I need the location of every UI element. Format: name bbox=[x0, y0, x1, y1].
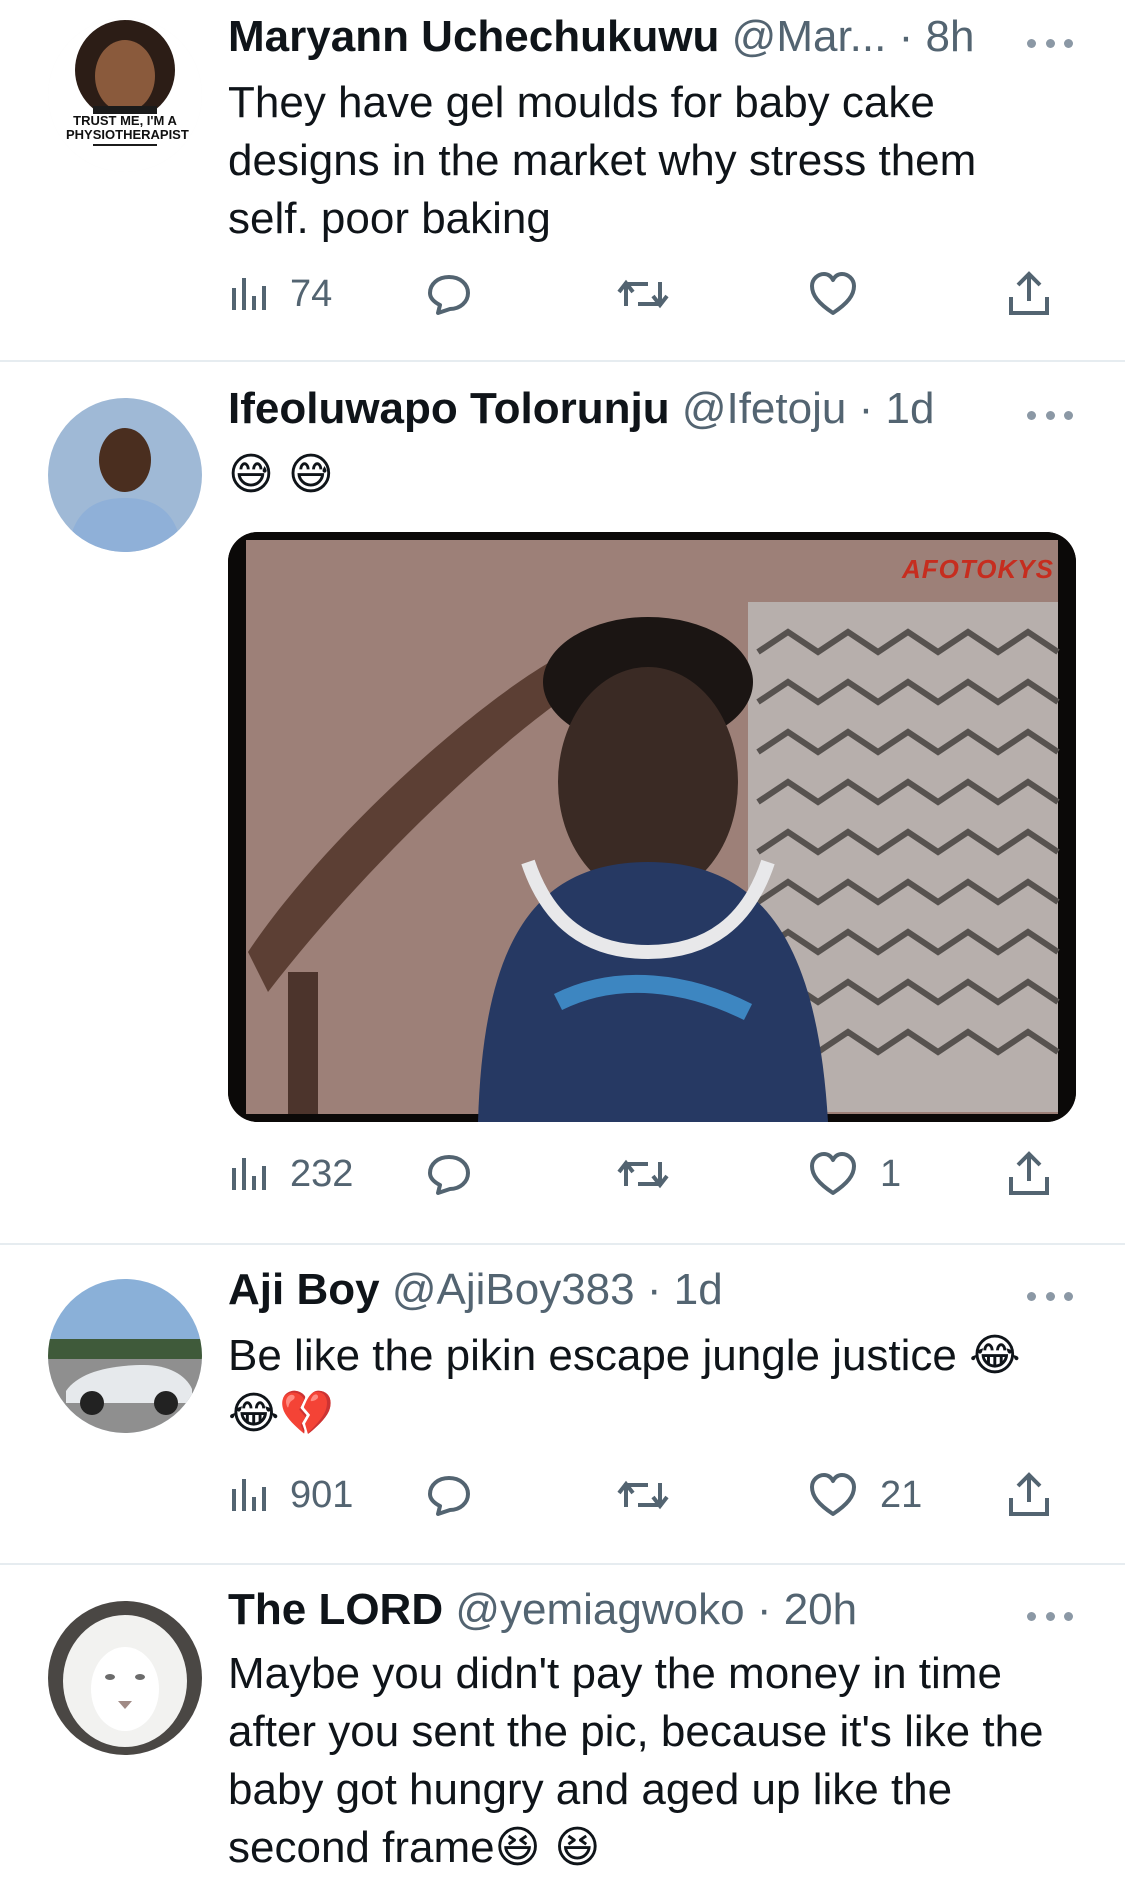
avatar-image bbox=[48, 1601, 202, 1755]
views-button[interactable]: 232 bbox=[228, 1144, 353, 1204]
author-name[interactable]: Maryann Uchechukuwu bbox=[228, 12, 719, 61]
reply-button[interactable] bbox=[424, 1144, 474, 1204]
like-icon bbox=[810, 1152, 856, 1195]
tweet-header: Aji Boy @AjiBoy383 · 1d bbox=[228, 1265, 1085, 1315]
tweet-text: Maybe you didn't pay the money in time a… bbox=[228, 1649, 1044, 1872]
tweet-feed: TRUST ME, I'M A PHYSIOTHERAPIST Maryann … bbox=[0, 0, 1125, 1891]
tweet-actions: 232 1 bbox=[228, 1144, 1088, 1204]
author-name[interactable]: Ifeoluwapo Tolorunju bbox=[228, 384, 670, 433]
like-button[interactable]: 21 bbox=[808, 1465, 922, 1525]
views-button[interactable]: 901 bbox=[228, 1465, 353, 1525]
media-image bbox=[228, 532, 1076, 1122]
views-button[interactable]: 74 bbox=[228, 264, 332, 324]
avatar-image bbox=[48, 1279, 202, 1433]
share-button[interactable] bbox=[1006, 1144, 1052, 1204]
tweet-time[interactable]: 20h bbox=[784, 1585, 857, 1634]
likes-count: 21 bbox=[880, 1473, 923, 1516]
author-handle[interactable]: @AjiBoy383 bbox=[392, 1265, 635, 1314]
reply-button[interactable] bbox=[424, 264, 474, 324]
author-name[interactable]: The LORD bbox=[228, 1585, 443, 1634]
tweet-header: The LORD @yemiagwoko · 20h bbox=[228, 1585, 1085, 1635]
avatar-thelord[interactable] bbox=[48, 1601, 202, 1755]
tweet-4[interactable]: The LORD @yemiagwoko · 20h Maybe you did… bbox=[0, 1565, 1125, 1891]
tweet-header: Maryann Uchechukuwu @Mar... · 8h bbox=[228, 12, 1085, 62]
separator-dot: · bbox=[646, 1265, 662, 1314]
emoji-text: 😅 😅 bbox=[228, 449, 334, 500]
tweet-time[interactable]: 1d bbox=[674, 1265, 723, 1314]
share-icon bbox=[1009, 1151, 1049, 1195]
separator-dot: · bbox=[898, 12, 914, 61]
avatar-image bbox=[48, 398, 202, 552]
avatar-maryann[interactable]: TRUST ME, I'M A PHYSIOTHERAPIST bbox=[48, 18, 202, 172]
more-icon[interactable] bbox=[1027, 1289, 1073, 1303]
like-icon bbox=[810, 272, 856, 315]
avatar-shirt-text: TRUST ME, I'M A PHYSIOTHERAPIST bbox=[66, 113, 189, 142]
views-count: 232 bbox=[290, 1152, 354, 1195]
reply-icon bbox=[428, 275, 470, 315]
retweet-button[interactable] bbox=[616, 1144, 670, 1204]
more-icon[interactable] bbox=[1027, 36, 1073, 50]
emoji-text: 😆 😆 bbox=[494, 1822, 601, 1873]
tweet-header: Ifeoluwapo Tolorunju @Ifetoju · 1d bbox=[228, 384, 1085, 434]
like-icon bbox=[810, 1473, 856, 1516]
like-button[interactable]: 1 bbox=[808, 1144, 901, 1204]
author-handle[interactable]: @yemiagwoko bbox=[455, 1585, 744, 1634]
tweet-3[interactable]: Aji Boy @AjiBoy383 · 1d Be like the piki… bbox=[0, 1245, 1125, 1565]
reply-icon bbox=[428, 1476, 470, 1516]
share-icon bbox=[1009, 1472, 1049, 1516]
tweet-time[interactable]: 1d bbox=[885, 384, 934, 433]
like-button[interactable] bbox=[808, 264, 880, 324]
share-button[interactable] bbox=[1006, 1465, 1052, 1525]
more-icon[interactable] bbox=[1027, 408, 1073, 422]
avatar-ajiboy[interactable] bbox=[48, 1279, 202, 1433]
reply-icon bbox=[428, 1155, 470, 1195]
tweet-text: Be like the pikin escape jungle justice bbox=[228, 1331, 957, 1380]
author-name[interactable]: Aji Boy bbox=[228, 1265, 380, 1314]
tweet-media[interactable]: AFOTOKYS bbox=[228, 532, 1076, 1122]
tweet-2[interactable]: Ifeoluwapo Tolorunju @Ifetoju · 1d 😅 😅 A… bbox=[0, 362, 1125, 1242]
retweet-button[interactable] bbox=[616, 1465, 670, 1525]
share-button[interactable] bbox=[1006, 264, 1052, 324]
tweet-text: They have gel moulds for baby cake desig… bbox=[228, 78, 977, 243]
tweet-time[interactable]: 8h bbox=[925, 12, 974, 61]
views-count: 901 bbox=[290, 1473, 354, 1516]
media-watermark: AFOTOKYS bbox=[902, 554, 1054, 584]
share-icon bbox=[1009, 271, 1049, 315]
separator-dot: · bbox=[858, 384, 874, 433]
tweet-text-block: Maybe you didn't pay the money in time a… bbox=[228, 1645, 1065, 1877]
retweet-icon bbox=[617, 1159, 669, 1189]
author-handle[interactable]: @Ifetoju bbox=[682, 384, 847, 433]
tweet-1[interactable]: TRUST ME, I'M A PHYSIOTHERAPIST Maryann … bbox=[0, 0, 1125, 360]
tweet-emojis: 😅 😅 bbox=[228, 446, 1065, 504]
retweet-button[interactable] bbox=[616, 264, 670, 324]
avatar-image bbox=[48, 18, 202, 172]
tweet-actions: 74 bbox=[228, 264, 1088, 324]
views-icon bbox=[232, 1479, 266, 1511]
retweet-icon bbox=[617, 279, 669, 309]
tweet-actions: 901 21 bbox=[228, 1465, 1088, 1525]
likes-count: 1 bbox=[880, 1152, 902, 1195]
views-icon bbox=[232, 1158, 266, 1190]
separator-dot: · bbox=[756, 1585, 772, 1634]
tweet-text-block: Be like the pikin escape jungle justice … bbox=[228, 1327, 1065, 1443]
avatar-ifeoluwapo[interactable] bbox=[48, 398, 202, 552]
reply-button[interactable] bbox=[424, 1465, 474, 1525]
views-count: 74 bbox=[290, 272, 333, 315]
more-icon[interactable] bbox=[1027, 1609, 1073, 1623]
retweet-icon bbox=[617, 1480, 669, 1510]
author-handle[interactable]: @Mar... bbox=[732, 12, 887, 61]
views-icon bbox=[232, 278, 266, 310]
